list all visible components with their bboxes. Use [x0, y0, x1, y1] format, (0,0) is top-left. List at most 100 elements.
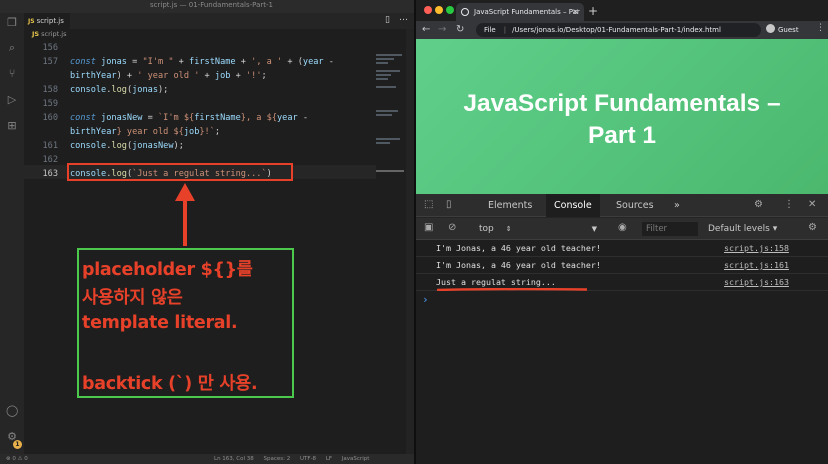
- code-line[interactable]: const jonas = "I'm " + firstName + ', a …: [70, 57, 334, 67]
- close-window-button[interactable]: [424, 6, 432, 14]
- code-token: firstName: [189, 57, 236, 67]
- close-devtools-icon[interactable]: ✕: [808, 199, 816, 211]
- browser-menu-icon[interactable]: ⋮: [816, 23, 825, 33]
- close-tab-icon[interactable]: ×: [572, 3, 579, 21]
- line-number: 161: [42, 141, 58, 151]
- explorer-icon[interactable]: ❐: [6, 17, 18, 29]
- context-selector[interactable]: top ⇕ ▼: [479, 218, 597, 240]
- page-heading: JavaScript Fundamentals – Part 1: [416, 88, 828, 152]
- tab-console[interactable]: Console: [546, 194, 600, 217]
- context-dropdown-icon: ⇕: [505, 225, 512, 233]
- tab-sources[interactable]: Sources: [608, 194, 662, 217]
- source-link[interactable]: script.js:161: [724, 257, 789, 274]
- problems-count[interactable]: ⊗ 0 ⚠ 0: [6, 454, 28, 464]
- source-link[interactable]: script.js:158: [724, 240, 789, 257]
- tab-script-js[interactable]: JS script.js: [24, 13, 70, 29]
- line-number: 158: [42, 85, 58, 95]
- encoding[interactable]: UTF-8: [300, 456, 316, 462]
- source-control-icon[interactable]: ⑂: [6, 68, 18, 80]
- code-token: + (: [282, 57, 303, 67]
- minimize-window-button[interactable]: [435, 6, 443, 14]
- code-line[interactable]: console.log(jonasNew);: [70, 141, 184, 151]
- cursor-position[interactable]: Ln 163, Col 38: [214, 456, 254, 462]
- editor-tab-bar: JS script.js ▯ …: [24, 13, 414, 29]
- code-token: } year old ${: [116, 127, 184, 137]
- inspect-element-icon[interactable]: ⬚: [424, 199, 433, 211]
- console-row: I'm Jonas, a 46 year old teacher! script…: [416, 257, 828, 274]
- devtools-tab-bar: ⬚ ▯ Elements Console Sources » ⚙ ⋮ ✕: [416, 194, 828, 217]
- console-prompt[interactable]: ›: [422, 293, 429, 306]
- console-row: I'm Jonas, a 46 year old teacher! script…: [416, 240, 828, 257]
- js-file-icon: JS: [28, 18, 35, 25]
- line-number: 160: [42, 113, 58, 123]
- device-toolbar-icon[interactable]: ▯: [446, 199, 452, 211]
- reload-button[interactable]: ↻: [456, 23, 464, 37]
- status-bar: ⊗ 0 ⚠ 0 Ln 163, Col 38 Spaces: 2 UTF-8 L…: [0, 454, 414, 464]
- annotation-line-2: 사용하지 않은: [82, 288, 183, 308]
- log-levels-dropdown[interactable]: Default levels ▾: [708, 218, 777, 240]
- console-settings-icon[interactable]: ⚙: [808, 222, 817, 234]
- more-tabs-button[interactable]: »: [666, 194, 688, 217]
- source-link[interactable]: script.js:163: [724, 274, 789, 291]
- devtools-settings-icon[interactable]: ⚙: [754, 199, 763, 211]
- filter-input[interactable]: Filter: [642, 222, 698, 236]
- code-token: jonasNew: [132, 141, 174, 151]
- code-token: jonas: [101, 57, 127, 67]
- tab-elements[interactable]: Elements: [480, 194, 540, 217]
- sidebar-toggle-icon[interactable]: ▣: [424, 222, 433, 234]
- web-page: JavaScript Fundamentals – Part 1: [416, 39, 828, 194]
- code-token: );: [173, 141, 184, 151]
- eye-icon[interactable]: ◉: [618, 222, 627, 234]
- code-line[interactable]: console.log(jonas);: [70, 85, 168, 95]
- code-token: }, a ${: [240, 113, 277, 123]
- page-heading-line-1: JavaScript Fundamentals –: [463, 90, 781, 117]
- browser-tab-strip: JavaScript Fundamentals – Par × +: [416, 0, 828, 21]
- language-mode[interactable]: JavaScript: [342, 456, 370, 462]
- indentation[interactable]: Spaces: 2: [264, 456, 291, 462]
- new-tab-button[interactable]: +: [588, 4, 598, 18]
- profile-button[interactable]: Guest: [766, 24, 799, 36]
- annotation-line-1: placeholder ${}를: [82, 260, 253, 280]
- code-token: year: [277, 113, 298, 123]
- code-token: job: [183, 127, 200, 137]
- line-number: 159: [42, 99, 58, 109]
- line-ending[interactable]: LF: [326, 456, 332, 462]
- file-scheme-label: File: [484, 26, 496, 34]
- code-token: birthYear: [70, 127, 117, 137]
- code-token: "I'm ": [142, 57, 174, 67]
- zoom-window-button[interactable]: [446, 6, 454, 14]
- browser-tab[interactable]: JavaScript Fundamentals – Par ×: [456, 3, 584, 21]
- extensions-icon[interactable]: ⊞: [6, 120, 18, 132]
- code-line[interactable]: const jonasNew = `I'm ${firstName}, a ${…: [70, 113, 308, 123]
- code-token: console: [70, 141, 107, 151]
- forward-button[interactable]: →: [438, 23, 446, 37]
- code-line[interactable]: birthYear) + ' year old ' + job + '!';: [70, 71, 267, 81]
- clear-console-icon[interactable]: ⊘: [448, 222, 456, 234]
- code-token: =: [142, 113, 158, 123]
- search-icon[interactable]: ⌕: [6, 42, 18, 54]
- line-number: 163: [42, 169, 58, 179]
- notification-badge: 1: [13, 440, 22, 449]
- split-editor-icon[interactable]: ▯: [385, 15, 390, 25]
- run-debug-icon[interactable]: ▷: [6, 94, 18, 106]
- code-token: `I'm ${: [157, 113, 195, 123]
- breadcrumb-label: script.js: [41, 30, 67, 38]
- line-number: 162: [42, 155, 58, 165]
- back-button[interactable]: ←: [422, 23, 430, 37]
- annotation-line-3: template literal.: [82, 313, 238, 333]
- account-icon[interactable]: ◯: [6, 405, 18, 417]
- devtools-panel: ⬚ ▯ Elements Console Sources » ⚙ ⋮ ✕ ▣ ⊘…: [416, 194, 828, 464]
- code-token: -: [323, 57, 334, 67]
- page-heading-line-2: Part 1: [587, 122, 657, 149]
- code-token: ' year old ': [137, 71, 200, 81]
- breadcrumb[interactable]: JS script.js: [24, 29, 414, 40]
- console-message: I'm Jonas, a 46 year old teacher!: [436, 260, 601, 270]
- address-bar[interactable]: File |/Users/jonas.io/Desktop/01-Fundamen…: [476, 23, 761, 37]
- devtools-menu-icon[interactable]: ⋮: [784, 199, 794, 211]
- minimap[interactable]: [376, 40, 406, 180]
- code-token: console: [70, 85, 107, 95]
- code-line[interactable]: birthYear} year old ${job}!`;: [70, 127, 220, 137]
- more-actions-icon[interactable]: …: [399, 13, 408, 23]
- code-token: const: [70, 57, 102, 67]
- editor-scrollbar[interactable]: [406, 29, 414, 454]
